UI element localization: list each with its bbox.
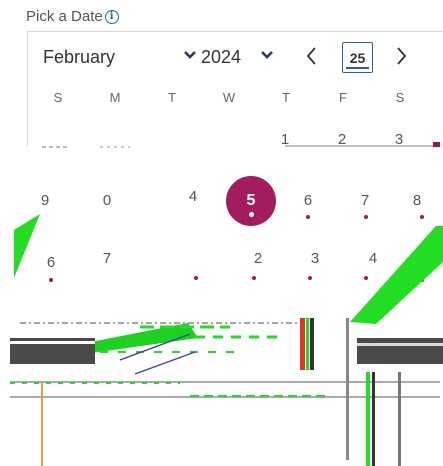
render-glitch-overlay (10, 214, 443, 466)
date-picker-widget: Pick a Date i February 2024 25 S M T W T… (0, 0, 443, 466)
